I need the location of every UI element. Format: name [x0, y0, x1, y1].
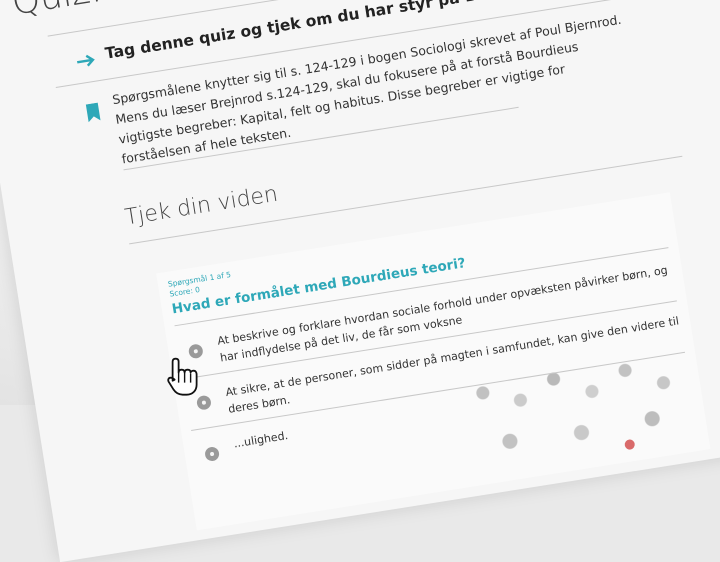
hand-pointer-icon	[167, 357, 198, 396]
quiz-page: Quiz: Har du styr på Bourdieu Tag denne …	[0, 0, 720, 562]
bookmark-icon	[85, 102, 101, 123]
arrow-right-icon	[76, 54, 95, 67]
